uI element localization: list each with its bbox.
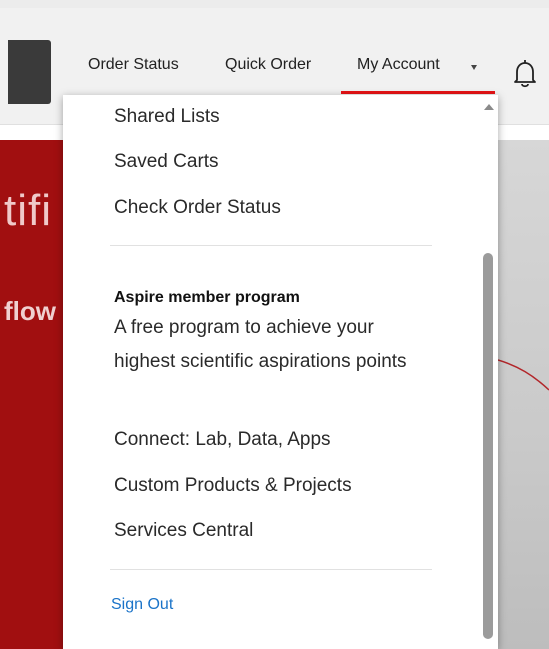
nav-quick-order[interactable]: Quick Order	[225, 56, 311, 74]
caret-down-icon	[471, 65, 477, 70]
menu-item-saved-carts[interactable]: Saved Carts	[114, 151, 219, 173]
scroll-thumb[interactable]	[483, 253, 493, 639]
nav-my-account[interactable]: My Account	[357, 56, 440, 74]
menu-item-services-central[interactable]: Services Central	[114, 520, 253, 542]
menu-item-custom-products[interactable]: Custom Products & Projects	[114, 475, 352, 497]
search-button[interactable]	[8, 40, 51, 104]
menu-item-check-order-status[interactable]: Check Order Status	[114, 197, 281, 219]
menu-item-shared-lists[interactable]: Shared Lists	[114, 106, 220, 128]
menu-divider	[110, 569, 432, 570]
top-strip	[0, 0, 549, 8]
active-nav-underline	[341, 91, 495, 94]
menu-item-connect[interactable]: Connect: Lab, Data, Apps	[114, 429, 331, 451]
sign-out-link[interactable]: Sign Out	[111, 596, 173, 614]
top-strip-fragment	[150, 0, 270, 4]
hero-decoration	[498, 359, 549, 391]
program-description[interactable]: A free program to achieve your highest s…	[114, 311, 424, 379]
bell-icon[interactable]	[513, 58, 537, 90]
hero-heading-fragment: tifi	[4, 186, 52, 235]
hero-subheading-fragment: flow	[4, 296, 56, 326]
nav-order-status[interactable]: Order Status	[88, 56, 179, 74]
scroll-up-icon[interactable]	[484, 104, 494, 110]
account-dropdown-menu: Shared Lists Saved Carts Check Order Sta…	[63, 95, 498, 649]
menu-divider	[110, 245, 432, 246]
program-title: Aspire member program	[114, 289, 300, 306]
